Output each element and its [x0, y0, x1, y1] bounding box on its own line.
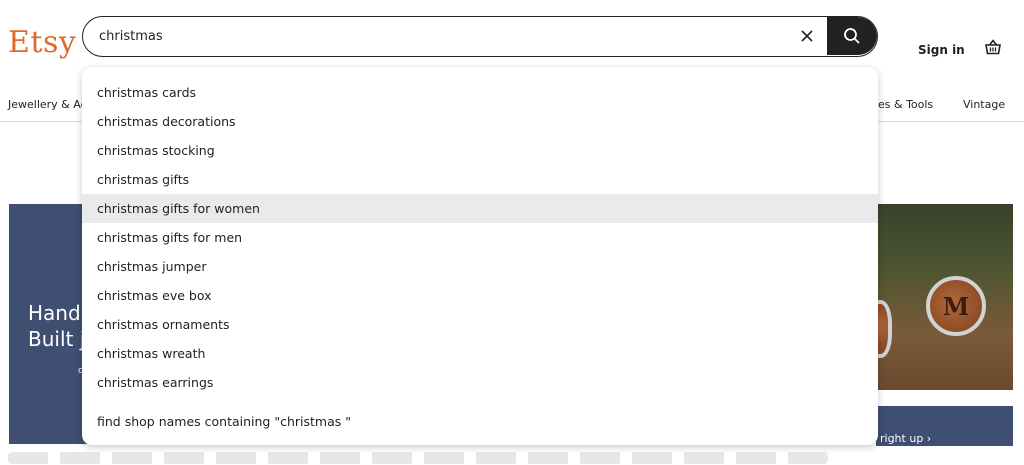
cufflink-image: M [926, 276, 986, 336]
partial-text-strip [0, 446, 1024, 465]
suggestion-item[interactable]: christmas gifts for men [82, 223, 878, 252]
suggestion-item[interactable]: christmas cards [82, 78, 878, 107]
product-photo[interactable]: M [876, 204, 1013, 390]
suggestion-item[interactable]: christmas stocking [82, 136, 878, 165]
suggestion-item[interactable]: christmas eve box [82, 281, 878, 310]
nav-item-vintage[interactable]: Vintage [963, 98, 1005, 111]
nav-item-craft-supplies[interactable]: es & Tools [878, 98, 933, 111]
nav-item-jewellery[interactable]: Jewellery & Ac [8, 98, 87, 111]
suggestion-item[interactable]: christmas ornaments [82, 310, 878, 339]
suggestion-item[interactable]: christmas gifts [82, 165, 878, 194]
cart-button[interactable] [982, 36, 1004, 58]
basket-icon [985, 39, 1001, 55]
promo-banner[interactable]: right up › [876, 406, 1013, 446]
sign-in-link[interactable]: Sign in [918, 43, 965, 57]
search-bar [82, 16, 878, 57]
suggestion-item[interactable]: christmas earrings [82, 368, 878, 397]
suggestion-item[interactable]: christmas wreath [82, 339, 878, 368]
hero-line-1: Hand [28, 301, 81, 325]
close-icon [801, 30, 813, 42]
promo-banner-text: right up › [880, 432, 932, 445]
clear-search-button[interactable] [788, 17, 826, 55]
hero-line-2: Built j [28, 327, 86, 351]
search-icon [844, 28, 860, 44]
search-button[interactable] [827, 17, 877, 55]
etsy-logo[interactable]: Etsy [8, 28, 76, 58]
search-input[interactable] [97, 17, 787, 55]
suggestion-item[interactable]: christmas jumper [82, 252, 878, 281]
find-shop-names-option[interactable]: find shop names containing "christmas " [82, 407, 878, 436]
cufflink-image-secondary [876, 300, 892, 358]
hero-headline: Hand Built j c [28, 300, 86, 376]
suggestion-item-highlighted[interactable]: christmas gifts for women [82, 194, 878, 223]
suggestion-item[interactable]: christmas decorations [82, 107, 878, 136]
search-suggestions-dropdown: christmas cards christmas decorations ch… [82, 67, 878, 445]
cufflink-letter: M [942, 291, 970, 321]
partial-text [8, 452, 828, 464]
